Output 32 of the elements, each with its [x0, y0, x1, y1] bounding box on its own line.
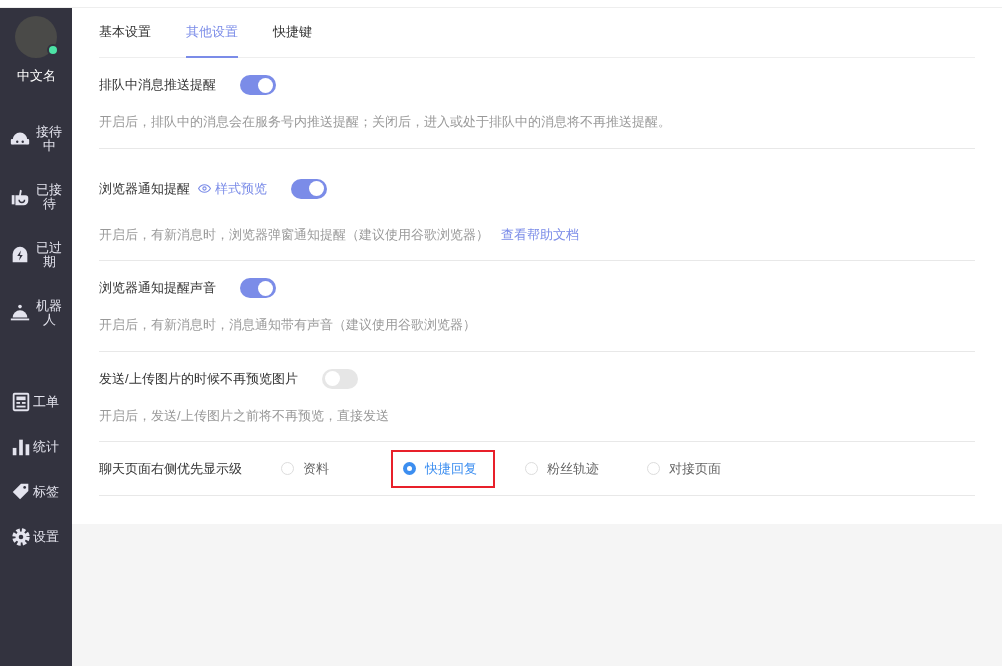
nav-item[interactable]: 统计 — [0, 424, 72, 470]
tab[interactable]: 基本设置 — [99, 8, 151, 58]
radio-option[interactable]: 粉丝轨迹 — [513, 449, 617, 488]
nav-item[interactable]: 机器人 — [0, 283, 72, 342]
toggle-switch[interactable] — [240, 278, 276, 298]
toggle-switch[interactable] — [321, 368, 358, 389]
nav-item[interactable]: 设置 — [0, 514, 72, 560]
user-name: 中文名 — [16, 67, 56, 85]
radio-option[interactable]: 快捷回复 — [391, 449, 495, 488]
setting-title: 排队中消息推送提醒 — [99, 76, 216, 95]
setting-title: 浏览器通知提醒 — [99, 179, 190, 198]
nav-item[interactable]: 已接待 — [0, 167, 72, 226]
nav-item[interactable]: 接待中 — [0, 109, 72, 168]
radio-option[interactable]: 对接页面 — [635, 449, 739, 488]
setting-title: 浏览器通知提醒声音 — [99, 279, 216, 298]
form-icon — [10, 391, 32, 413]
avatar-placeholder — [15, 16, 57, 58]
settings-icon — [10, 526, 32, 548]
setting-description: 开启后，排队中的消息会在服务号内推送提醒；关闭后，进入或处于排队中的消息将不再推送提醒。 — [99, 113, 672, 131]
nav-item[interactable]: 工单 — [0, 379, 72, 425]
nav-item[interactable]: 已过期 — [0, 225, 72, 284]
setting-title: 聊天页面右侧优先显示级 — [99, 459, 243, 478]
setting-title: 发送/上传图片的时候不再预览图片 — [99, 369, 298, 388]
setting-description: 开启后，有新消息时，消息通知带有声音（建议使用谷歌浏览器） — [99, 316, 477, 334]
toggle-switch[interactable] — [240, 75, 276, 95]
radio-option[interactable]: 资料 — [269, 449, 373, 488]
eye-icon — [198, 182, 211, 195]
toggle-switch[interactable] — [291, 178, 327, 199]
setting-description: 开启后，有新消息时，浏览器弹窗通知提醒（建议使用谷歌浏览器） 查看帮助文档 — [99, 225, 580, 244]
tab[interactable]: 快捷键 — [273, 8, 312, 58]
setting-description: 开启后，发送/上传图片之前将不再预览，直接发送 — [99, 406, 390, 425]
nav-item[interactable]: 标签 — [0, 469, 72, 515]
